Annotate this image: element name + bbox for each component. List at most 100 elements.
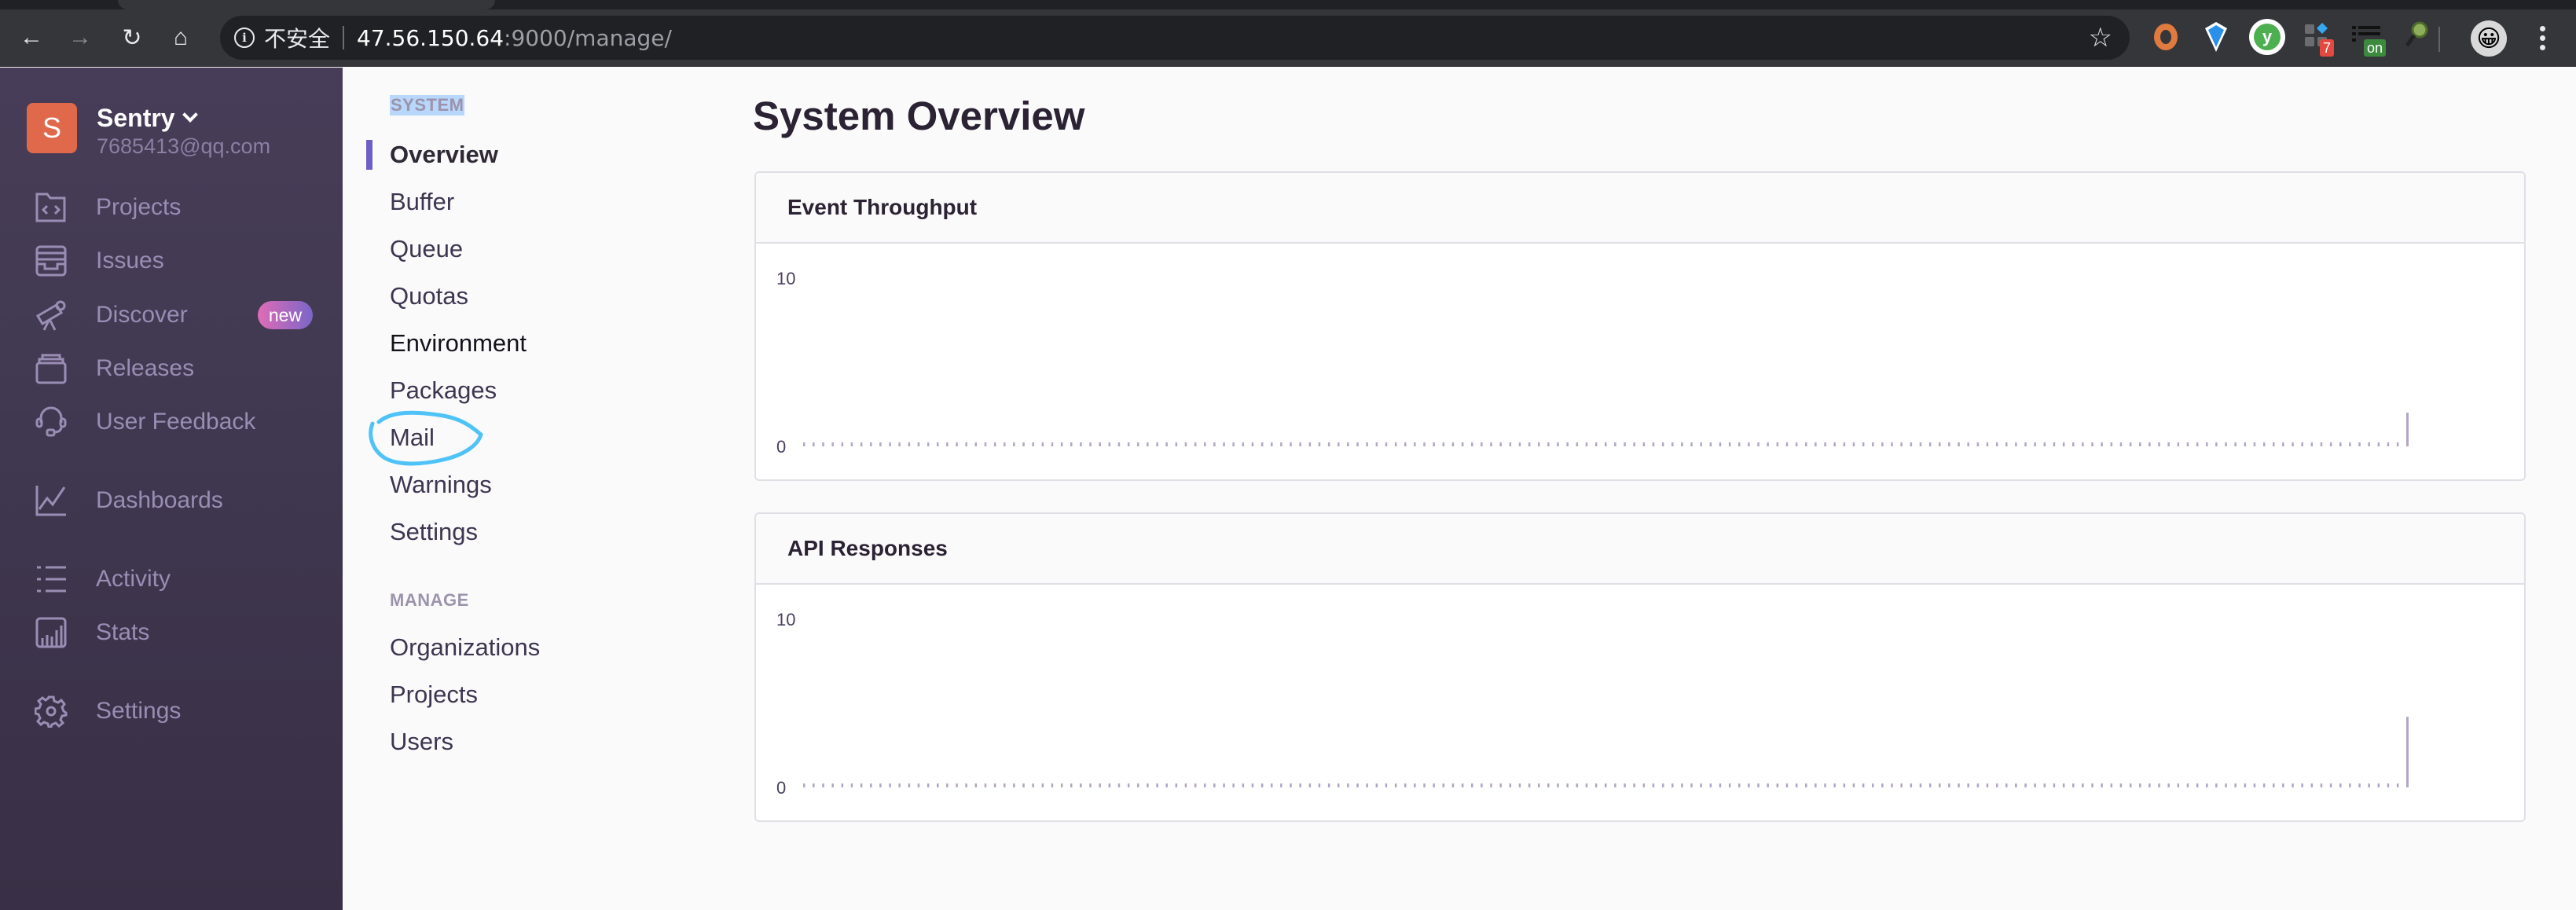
- chart-bar[interactable]: [2244, 783, 2247, 787]
- chart-bar[interactable]: [1605, 442, 1607, 446]
- chart-bar[interactable]: [1184, 783, 1187, 787]
- chart-bar[interactable]: [937, 442, 939, 446]
- sidebar-item-activity[interactable]: Activity: [35, 560, 171, 599]
- chart-bar[interactable]: [1080, 442, 1082, 446]
- chart-bar[interactable]: [1928, 783, 1932, 787]
- chart-bar[interactable]: [2244, 442, 2247, 446]
- chart-bar[interactable]: [1137, 783, 1139, 787]
- chart-bar[interactable]: [1471, 442, 1473, 446]
- chart-bar[interactable]: [1518, 442, 1521, 446]
- chart-bar[interactable]: [2292, 442, 2294, 446]
- profile-avatar[interactable]: 😀: [2471, 20, 2507, 57]
- chart-bar[interactable]: [1547, 783, 1550, 787]
- chart-bar[interactable]: [1461, 783, 1464, 787]
- chart-bar[interactable]: [870, 442, 872, 446]
- chart-bar[interactable]: [937, 783, 939, 787]
- sidebar-item-releases[interactable]: Releases: [35, 349, 194, 388]
- chart-bar[interactable]: [2024, 783, 2027, 787]
- chart-bar[interactable]: [1394, 442, 1397, 446]
- chart-bar[interactable]: [2358, 442, 2361, 446]
- chart-bar[interactable]: [2149, 442, 2151, 446]
- chart-bar[interactable]: [1414, 783, 1416, 787]
- chart-bar[interactable]: [2158, 442, 2160, 446]
- chart-bar[interactable]: [1967, 442, 1969, 446]
- chart-bar[interactable]: [1080, 783, 1082, 787]
- chart-bar[interactable]: [1471, 783, 1473, 787]
- chart-bar[interactable]: [1614, 442, 1616, 446]
- chart-bar[interactable]: [993, 783, 996, 787]
- chart-bar[interactable]: [2301, 783, 2303, 787]
- sidebar-item-user-feedback[interactable]: User Feedback: [35, 402, 255, 442]
- chart-bar[interactable]: [2339, 442, 2342, 446]
- chart-bar[interactable]: [1872, 783, 1874, 787]
- chart-bar[interactable]: [1366, 442, 1368, 446]
- chart-bar[interactable]: [1442, 783, 1445, 787]
- chart-bar[interactable]: [1557, 442, 1559, 446]
- chart-bar[interactable]: [1165, 442, 1168, 446]
- chart-bar[interactable]: [1767, 442, 1769, 446]
- chart-bar[interactable]: [1995, 783, 1998, 787]
- chart-bar[interactable]: [2186, 783, 2189, 787]
- chart-bar[interactable]: [2034, 783, 2036, 787]
- chart-bar[interactable]: [956, 783, 958, 787]
- chart-bar[interactable]: [1576, 442, 1579, 446]
- chart-bar[interactable]: [2301, 442, 2303, 446]
- chart-bar[interactable]: [2186, 442, 2189, 446]
- chart-bar[interactable]: [1318, 442, 1321, 446]
- chart-bar[interactable]: [2129, 783, 2132, 787]
- chart-bar[interactable]: [1499, 783, 1502, 787]
- chart-bar[interactable]: [2101, 442, 2103, 446]
- chart-bar[interactable]: [2225, 442, 2227, 446]
- chart-bar[interactable]: [1767, 783, 1769, 787]
- chart-bar[interactable]: [1327, 442, 1330, 446]
- chart-bar[interactable]: [2292, 783, 2294, 787]
- chart-bar[interactable]: [1404, 442, 1407, 446]
- chart-bar[interactable]: [803, 783, 805, 787]
- chart-bar[interactable]: [1748, 783, 1750, 787]
- chart-bar[interactable]: [1175, 442, 1178, 446]
- chart-bar[interactable]: [1394, 783, 1397, 787]
- chart-bar[interactable]: [1671, 442, 1674, 446]
- chart-bar[interactable]: [1213, 442, 1216, 446]
- subnav-item-quotas[interactable]: Quotas: [390, 282, 468, 310]
- chart-bar[interactable]: [1232, 783, 1235, 787]
- chart-bar[interactable]: [1089, 442, 1092, 446]
- chart-bar[interactable]: [889, 442, 891, 446]
- chart-bar[interactable]: [1862, 442, 1865, 446]
- chart-bar[interactable]: [1156, 442, 1158, 446]
- chart-bar[interactable]: [1624, 783, 1626, 787]
- chart-bar[interactable]: [1260, 442, 1264, 446]
- chart-bar[interactable]: [1824, 783, 1826, 787]
- chart-bar[interactable]: [1204, 442, 1206, 446]
- chart-bar[interactable]: [1891, 442, 1893, 446]
- chart-bar[interactable]: [1509, 783, 1512, 787]
- chart-bar[interactable]: [2273, 442, 2275, 446]
- chart-bar[interactable]: [1327, 783, 1330, 787]
- chart-bar[interactable]: [974, 442, 978, 446]
- chart-bar[interactable]: [917, 442, 920, 446]
- chart-bar[interactable]: [1070, 783, 1073, 787]
- chart-bar[interactable]: [1060, 783, 1063, 787]
- chart-bar[interactable]: [1299, 783, 1301, 787]
- chart-bar[interactable]: [1385, 783, 1388, 787]
- chart-bar[interactable]: [1976, 783, 1980, 787]
- chart-bar[interactable]: [1451, 783, 1455, 787]
- chart-bar[interactable]: [2024, 442, 2027, 446]
- chart-bar[interactable]: [1928, 442, 1932, 446]
- chart-bar[interactable]: [1566, 442, 1569, 446]
- ring-extension-icon[interactable]: [2148, 19, 2184, 55]
- chart-bar[interactable]: [1776, 783, 1779, 787]
- chart-bar[interactable]: [1347, 442, 1349, 446]
- list-extension-icon[interactable]: on: [2350, 19, 2387, 57]
- chart-bar[interactable]: [1338, 783, 1340, 787]
- chart-bar[interactable]: [1108, 783, 1111, 787]
- chart-bar[interactable]: [1700, 783, 1702, 787]
- chart-bar[interactable]: [2215, 783, 2218, 787]
- chart-bar[interactable]: [1423, 442, 1426, 446]
- chart-bar[interactable]: [898, 442, 901, 446]
- chart-bar[interactable]: [2282, 442, 2284, 446]
- subnav-item-packages[interactable]: Packages: [390, 376, 497, 405]
- chart-bar[interactable]: [1652, 783, 1655, 787]
- chart-bar[interactable]: [1461, 442, 1464, 446]
- chart-bar[interactable]: [1156, 783, 1158, 787]
